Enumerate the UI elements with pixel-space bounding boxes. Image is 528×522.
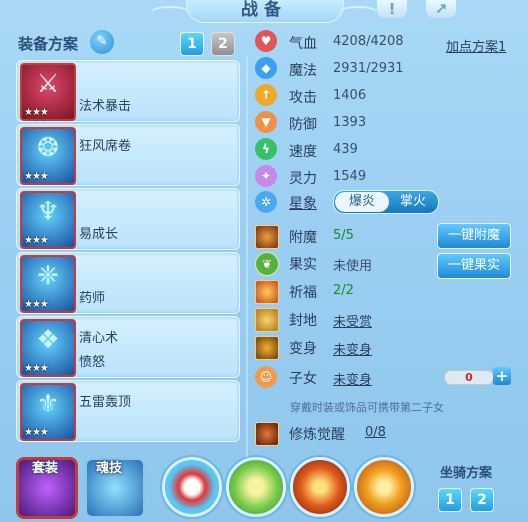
divider: [246, 57, 248, 457]
transform-value-link[interactable]: 未变身: [333, 339, 372, 358]
mount-skill-1-icon[interactable]: [162, 457, 222, 517]
toggle-option-active[interactable]: 爆炎: [335, 192, 389, 212]
diamond-icon: ◆: [255, 57, 277, 79]
stat-label: 速度: [289, 144, 317, 160]
set-label: 套装: [32, 461, 59, 476]
star-toggle[interactable]: 爆炎 掌火: [333, 190, 439, 214]
edit-icon[interactable]: ✎: [90, 30, 114, 54]
mount-plan-title: 坐骑方案: [440, 466, 493, 481]
equipment-plan-title: 装备方案: [18, 35, 79, 53]
stat-value: 1549: [333, 169, 367, 184]
mount-skill-4-icon[interactable]: [354, 457, 414, 517]
cultivate-value-link[interactable]: 0/8: [365, 425, 386, 440]
equipment-subname: 愤怒: [79, 355, 106, 370]
child-icon: ☺: [255, 366, 277, 388]
title-flourish-right: [338, 6, 378, 20]
stat-value: 2931/2931: [333, 61, 404, 76]
enchant-icon: [255, 225, 279, 249]
child-label: 子女: [289, 371, 317, 387]
equipment-list: ⚔ ★★★ 法术暴击 ❂ ★★★ 狂风席卷 ♆ ★★★ 易成长 ❈ ★★★ 药师 ❖ ★★…: [16, 60, 240, 450]
stat-value: 1393: [333, 115, 367, 130]
sparkle-icon: ✦: [255, 165, 277, 187]
bolt-icon: ϟ: [255, 138, 277, 160]
scheme-2-button[interactable]: 2: [211, 32, 235, 56]
bless-icon: [255, 280, 279, 304]
stat-value: 1406: [333, 88, 367, 103]
equipment-item[interactable]: ♆ ★★★ 易成长: [16, 188, 240, 250]
stat-value: 4208/4208: [333, 34, 404, 49]
child-count-slider[interactable]: 0: [444, 370, 494, 385]
mount-skill-3-icon[interactable]: [290, 457, 350, 517]
equipment-name: 五雷轰顶: [79, 395, 132, 410]
weapon-icon: ⚔ ★★★: [20, 63, 76, 121]
mount-scheme-2-button[interactable]: 2: [470, 488, 494, 512]
enchant-label: 附魔: [289, 230, 317, 246]
share-icon[interactable]: ↗: [426, 0, 456, 18]
fief-icon: [255, 308, 279, 332]
fruit-icon: ❦: [255, 252, 279, 276]
scheme-1-button[interactable]: 1: [180, 32, 204, 56]
stat-label: 气血: [289, 36, 317, 52]
armor-icon: ❈ ★★★: [20, 255, 76, 313]
bless-label: 祈福: [289, 285, 317, 301]
enchant-value: 5/5: [333, 228, 354, 243]
soul-label: 魂技: [96, 461, 123, 476]
plus-icon[interactable]: +: [493, 367, 511, 385]
page-title: 战备: [241, 0, 287, 20]
fruit-label: 果实: [289, 257, 317, 273]
child-note: 穿戴时装或饰品可携带第二子女: [290, 401, 444, 414]
equipment-item[interactable]: ⚔ ★★★ 法术暴击: [16, 60, 240, 122]
toggle-option[interactable]: 掌火: [390, 192, 436, 212]
one-click-fruit-button[interactable]: 一键果实: [437, 253, 511, 279]
stat-label: 灵力: [289, 171, 317, 187]
stat-value: 439: [333, 142, 358, 157]
equipment-name: 清心术: [79, 331, 119, 346]
heart-icon: ♥: [255, 30, 277, 52]
equipment-item[interactable]: ⚜ ★★★ 五雷轰顶: [16, 380, 240, 442]
necklace-icon: ♆ ★★★: [20, 191, 76, 249]
stat-label: 攻击: [289, 90, 317, 106]
helmet-icon: ❂ ★★★: [20, 127, 76, 185]
star-label[interactable]: 星象: [289, 193, 317, 213]
one-click-enchant-button[interactable]: 一键附魔: [437, 223, 511, 249]
star-icon: ✲: [255, 191, 277, 213]
equipment-name: 药师: [79, 291, 106, 306]
equipment-name: 狂风席卷: [79, 139, 132, 154]
shield-icon: ▼: [255, 111, 277, 133]
transform-icon: [255, 336, 279, 360]
boots-icon: ⚜ ★★★: [20, 383, 76, 441]
cultivate-label: 修炼觉醒: [289, 427, 345, 443]
equipment-name: 易成长: [79, 227, 119, 242]
cultivate-icon: [255, 422, 279, 446]
title-flourish-left: [150, 6, 190, 20]
mount-scheme-1-button[interactable]: 1: [438, 488, 462, 512]
transform-label: 变身: [289, 341, 317, 357]
stat-label: 防御: [289, 117, 317, 133]
equipment-item[interactable]: ❖ ★★★ 清心术 愤怒: [16, 316, 240, 378]
mount-skill-2-icon[interactable]: [226, 457, 286, 517]
belt-icon: ❖ ★★★: [20, 319, 76, 377]
equipment-item[interactable]: ❂ ★★★ 狂风席卷: [16, 124, 240, 186]
add-point-plan-link[interactable]: 加点方案1: [446, 36, 506, 55]
fief-value-link[interactable]: 未受赏: [333, 311, 372, 330]
fruit-value: 未使用: [333, 259, 373, 274]
equipment-name: 法术暴击: [79, 99, 132, 114]
sword-icon: ↑: [255, 84, 277, 106]
info-icon[interactable]: !: [377, 0, 407, 18]
bless-value: 2/2: [333, 283, 354, 298]
stat-label: 魔法: [289, 63, 317, 79]
fief-label: 封地: [289, 313, 317, 329]
equipment-item[interactable]: ❈ ★★★ 药师: [16, 252, 240, 314]
child-value-link[interactable]: 未变身: [333, 369, 372, 388]
